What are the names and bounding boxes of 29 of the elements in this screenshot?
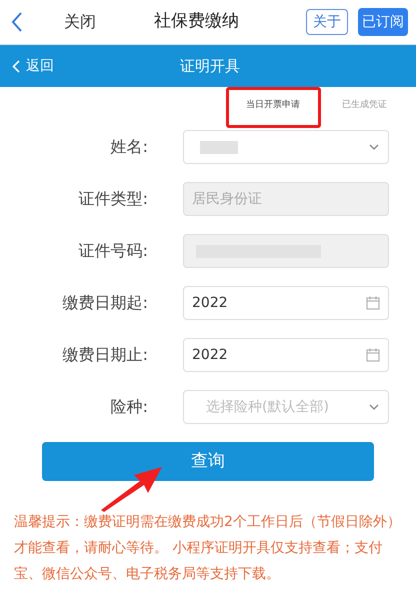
chevron-down-icon	[368, 143, 380, 151]
calendar-icon	[366, 348, 380, 362]
field-label: 缴费日期止:	[62, 344, 148, 366]
date-field[interactable]: 2022	[183, 286, 389, 320]
tab[interactable]: 当日开票申请	[246, 99, 300, 113]
chevron-down-icon	[368, 403, 380, 411]
field-value: 2022	[192, 294, 228, 312]
field-label: 险种:	[110, 396, 148, 418]
field-label: 姓名:	[110, 136, 148, 158]
close-link[interactable]: 关闭	[64, 10, 96, 34]
back-icon[interactable]	[10, 11, 24, 33]
query-button[interactable]: 查询	[42, 442, 374, 481]
about-button[interactable]: 关于	[306, 9, 348, 35]
window-title: 社保费缴纳	[154, 10, 239, 34]
tab[interactable]: 已生成凭证	[342, 99, 387, 113]
field-value: 2022	[192, 346, 228, 364]
field-label: 证件号码:	[78, 240, 148, 262]
notice-text: 温馨提示：缴费证明需在缴费成功2个工作日后（节假日除外）才能查看，请耐心等待。 小程序证明开具仅支持查看；支付宝、微信公众号、电子税务局等支持下载。	[14, 513, 402, 584]
field-value: 居民身份证	[192, 190, 262, 208]
select-field[interactable]	[183, 130, 389, 164]
back-link[interactable]: 返回	[12, 56, 54, 76]
calendar-icon	[366, 296, 380, 310]
chevron-left-icon	[12, 60, 20, 72]
page-title: 证明开具	[180, 56, 240, 77]
field-placeholder: 选择险种(默认全部)	[206, 398, 329, 416]
field-label: 缴费日期起:	[62, 292, 148, 314]
field-label: 证件类型:	[78, 188, 148, 210]
date-field[interactable]: 2022	[183, 338, 389, 372]
subscribed-button[interactable]: 已订阅	[358, 8, 408, 36]
